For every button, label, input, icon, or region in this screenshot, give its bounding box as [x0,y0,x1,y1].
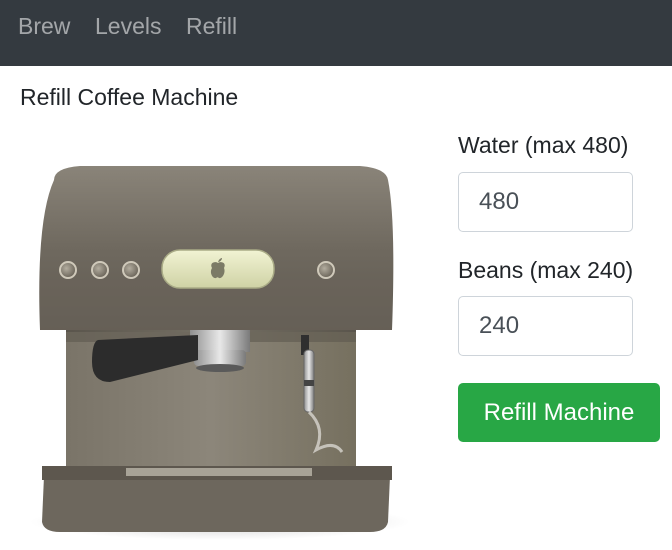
beans-input[interactable] [458,296,633,356]
nav-link-brew[interactable]: Brew [18,13,70,40]
water-label: Water (max 480) [458,132,629,158]
knob-icon [91,261,109,279]
nav-link-levels[interactable]: Levels [95,13,161,40]
water-input[interactable] [458,172,633,232]
top-navbar: Brew Levels Refill [0,0,672,66]
knob-icon [59,261,77,279]
refill-machine-button[interactable]: Refill Machine [458,383,660,442]
knob-icon [317,261,335,279]
coffee-machine-image [30,166,410,540]
nav-link-refill[interactable]: Refill [186,13,237,40]
knob-icon [122,261,140,279]
beans-label: Beans (max 240) [458,257,634,283]
page-title: Refill Coffee Machine [20,84,239,110]
